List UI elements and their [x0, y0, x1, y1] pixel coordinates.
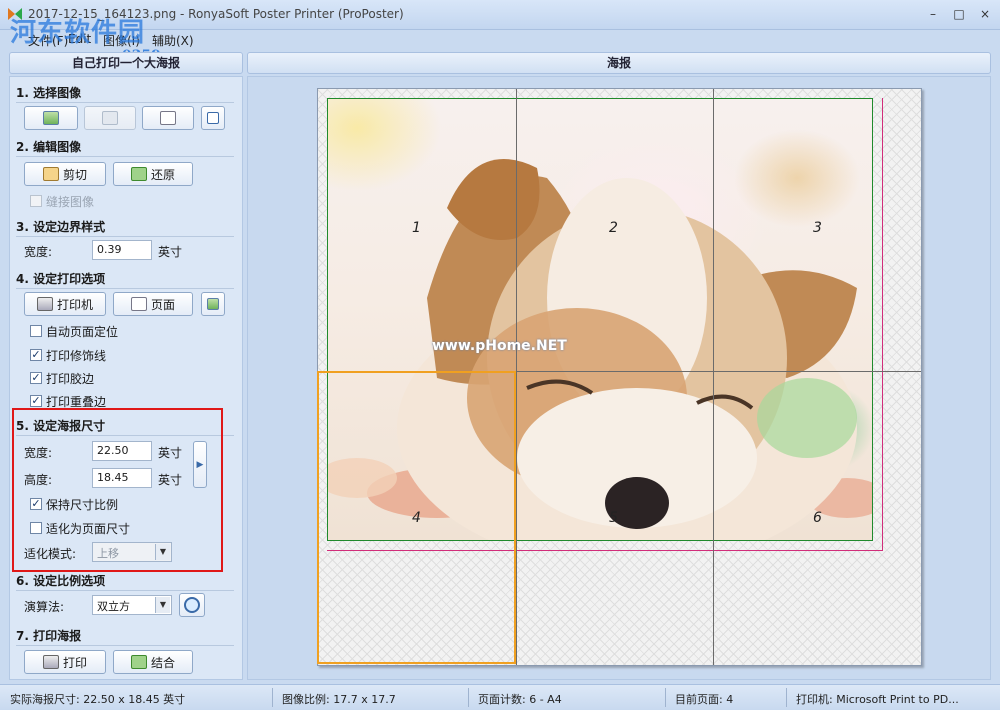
print-trim-checkbox[interactable]: ✓ — [30, 349, 42, 361]
section-select-image: 1. 选择图像 — [16, 84, 234, 103]
restore-label: 还原 — [150, 167, 175, 182]
section-print-poster: 7. 打印海报 — [16, 627, 234, 646]
right-panel-header: 海报 — [247, 52, 991, 74]
printer-icon — [42, 655, 59, 669]
combine-label: 结合 — [150, 655, 175, 670]
section-scale-options: 6. 设定比例选项 — [16, 572, 234, 591]
section-border-style: 3. 设定边界样式 — [16, 218, 234, 237]
print-label: 打印 — [62, 655, 87, 670]
section-print-options: 4. 设定打印选项 — [16, 270, 234, 289]
border-unit-label: 英寸 — [158, 245, 183, 259]
status-separator — [786, 688, 787, 707]
scan-image-button[interactable] — [142, 106, 194, 130]
auto-page-checkbox[interactable] — [30, 325, 42, 337]
status-separator — [468, 688, 469, 707]
magnifier-icon — [184, 597, 200, 613]
page-setup-icon — [207, 298, 219, 310]
crop-icon — [42, 167, 59, 181]
maximize-button[interactable]: □ — [948, 6, 970, 22]
page-button[interactable]: 页面 — [113, 292, 193, 316]
crop-label: 剪切 — [62, 167, 87, 182]
title-bar: 2017-12-15_164123.png - RonyaSoft Poster… — [0, 0, 1000, 30]
highlight-annotation — [12, 408, 223, 572]
printer-button[interactable]: 打印机 — [24, 292, 106, 316]
watermark-center: www.pHome.NET — [432, 338, 567, 354]
tile-label: 1 — [412, 220, 421, 236]
tile-label: 4 — [412, 510, 421, 526]
paste-image-button[interactable] — [84, 106, 136, 130]
export-button[interactable] — [201, 106, 225, 130]
status-separator — [665, 688, 666, 707]
preview-button[interactable] — [179, 593, 205, 617]
status-separator — [272, 688, 273, 707]
status-image-ratio: 图像比例: 17.7 x 17.7 — [282, 693, 396, 706]
stitch-checkbox[interactable] — [30, 195, 42, 207]
page-icon — [130, 297, 147, 311]
section-edit-image: 2. 编辑图像 — [16, 138, 234, 157]
minimize-button[interactable]: – — [922, 6, 944, 22]
printer-icon — [36, 297, 53, 311]
algorithm-select[interactable]: 双立方 ▼ — [92, 595, 172, 615]
combine-button[interactable]: 结合 — [113, 650, 193, 674]
open-image-button[interactable] — [24, 106, 78, 130]
open-image-icon — [43, 111, 59, 125]
border-width-input[interactable]: 0.39 — [92, 240, 152, 260]
chevron-down-icon: ▼ — [155, 597, 170, 613]
tile-label: 2 — [609, 220, 618, 236]
crop-button[interactable]: 剪切 — [24, 162, 106, 186]
export-icon — [207, 112, 219, 124]
print-glue-label: 打印胶边 — [46, 372, 95, 386]
print-button[interactable]: 打印 — [24, 650, 106, 674]
page-divider-v2 — [713, 89, 714, 665]
auto-page-label: 自动页面定位 — [46, 325, 119, 339]
stitch-label: 缝接图像 — [46, 195, 95, 209]
tile-label: 6 — [813, 510, 822, 526]
menu-assist[interactable]: 辅助(X) — [152, 32, 194, 49]
print-glue-checkbox[interactable]: ✓ — [30, 372, 42, 384]
border-width-label: 宽度: — [24, 245, 53, 259]
algorithm-value: 双立方 — [97, 600, 130, 613]
page-setup-button[interactable] — [201, 292, 225, 316]
paste-icon — [102, 111, 118, 125]
page-divider-v1 — [516, 89, 517, 665]
status-page-count: 页面计数: 6 - A4 — [478, 693, 562, 706]
restore-button[interactable]: 还原 — [113, 162, 193, 186]
status-actual-size: 实际海报尺寸: 22.50 x 18.45 英寸 — [10, 693, 186, 706]
restore-icon — [130, 167, 147, 181]
print-trim-label: 打印修饰线 — [46, 349, 107, 363]
watermark-logo: 河东软件园 — [10, 18, 146, 48]
tile-label: 5 — [609, 510, 618, 526]
combine-icon — [130, 655, 147, 669]
printer-btn-label: 打印机 — [56, 297, 93, 312]
algorithm-label: 演算法: — [24, 600, 65, 614]
page-btn-label: 页面 — [150, 297, 175, 312]
status-current-page: 目前页面: 4 — [675, 693, 734, 706]
close-button[interactable]: × — [974, 6, 996, 22]
print-overlap-checkbox[interactable]: ✓ — [30, 395, 42, 407]
left-panel-header: 自己打印一个大海报 — [9, 52, 243, 74]
tile-label: 3 — [813, 220, 822, 236]
status-printer: 打印机: Microsoft Print to PD... — [796, 693, 959, 706]
scanner-icon — [160, 111, 176, 125]
menu-bar: 文件(F) Edit 图像(I) 辅助(X) — [0, 30, 1000, 50]
status-bar: 实际海报尺寸: 22.50 x 18.45 英寸 图像比例: 17.7 x 17… — [0, 684, 1000, 710]
